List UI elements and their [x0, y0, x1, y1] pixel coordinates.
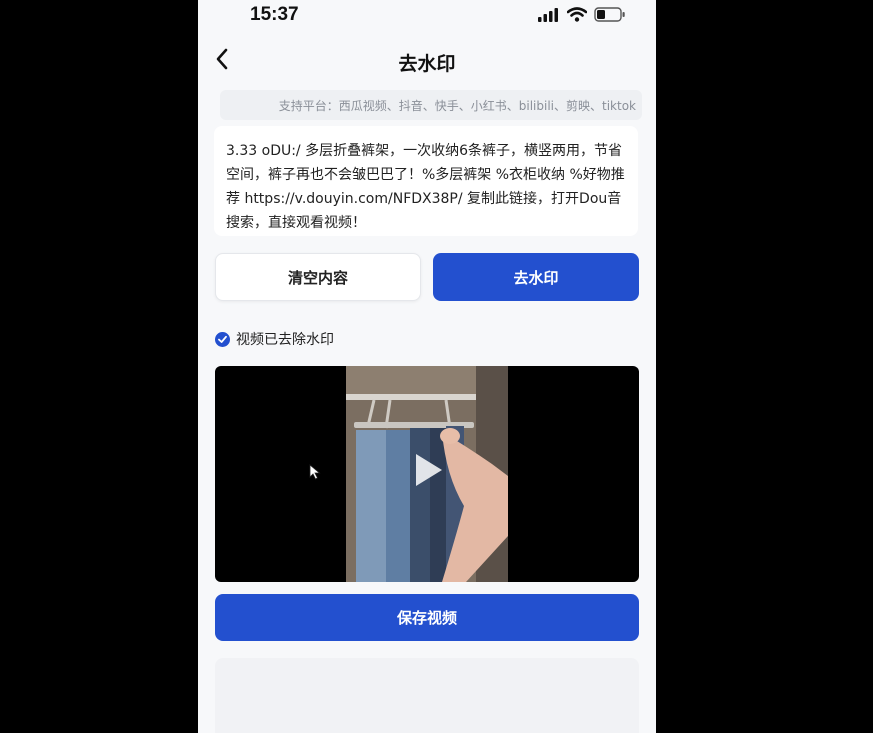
supported-platforms: 支持平台：西瓜视频、抖音、快手、小红书、bilibili、剪映、tiktok — [220, 90, 642, 120]
mouse-cursor-icon — [309, 464, 321, 484]
link-input[interactable]: 3.33 oDU:/ 多层折叠裤架，一次收纳6条裤子，横竖两用，节省空间，裤子再… — [214, 126, 638, 236]
save-video-button[interactable]: 保存视频 — [215, 594, 639, 641]
signal-icon — [538, 7, 560, 26]
play-button[interactable] — [411, 452, 447, 492]
clear-content-button[interactable]: 清空内容 — [215, 253, 421, 301]
navigation-bar: 去水印 — [198, 34, 656, 88]
page-title: 去水印 — [398, 53, 456, 75]
result-status-text: 视频已去除水印 — [236, 332, 334, 348]
wifi-icon — [566, 7, 588, 26]
result-status: 视频已去除水印 — [215, 329, 334, 349]
phone-screen: 15:37 去水印 支持平台：西瓜视频、抖音、快手、小红书、bilibili、剪… — [198, 0, 656, 733]
battery-icon — [594, 7, 626, 26]
video-player[interactable] — [215, 366, 639, 582]
check-circle-icon — [215, 331, 230, 347]
status-icons — [538, 7, 626, 26]
bottom-panel — [215, 658, 639, 733]
status-bar: 15:37 — [198, 0, 656, 34]
remove-watermark-button[interactable]: 去水印 — [433, 253, 639, 301]
status-time: 15:37 — [250, 4, 299, 25]
play-icon — [413, 451, 445, 493]
